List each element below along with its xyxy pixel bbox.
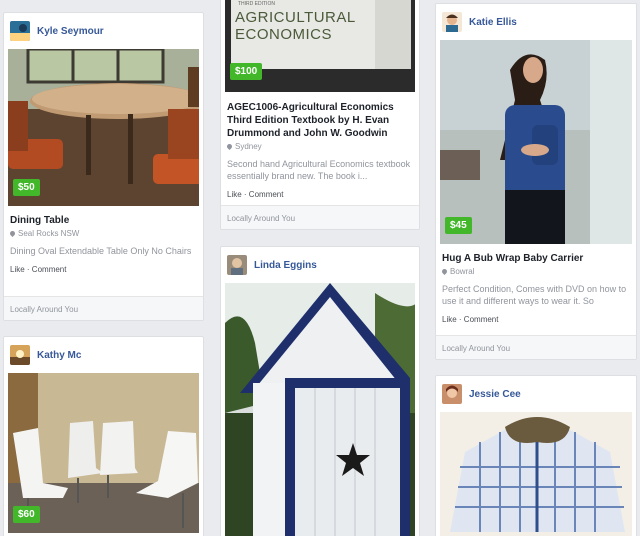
location-text: Seal Rocks NSW — [18, 229, 80, 238]
listing-card-baby-carrier[interactable]: Katie Ellis $45 Hug A Bub Wrap Baby Carr… — [435, 3, 637, 360]
price-badge: $50 — [13, 179, 40, 196]
card-footer: Locally Around You — [4, 296, 203, 320]
listing-title[interactable]: AGEC1006-Agricultural Economics Third Ed… — [227, 101, 413, 140]
listing-photo[interactable] — [225, 283, 415, 536]
listing-title[interactable]: Dining Table — [10, 214, 197, 227]
action-separator: · — [456, 315, 464, 324]
seller-avatar[interactable] — [10, 21, 30, 41]
seller-avatar[interactable] — [227, 255, 247, 275]
seller-header: Jessie Cee — [436, 376, 636, 412]
price-badge: $60 — [13, 506, 40, 523]
comment-link[interactable]: Comment — [464, 315, 499, 324]
like-link[interactable]: Like — [10, 265, 25, 274]
card-footer: Locally Around You — [221, 205, 419, 229]
listing-photo[interactable] — [440, 412, 632, 536]
price-badge: $45 — [445, 217, 472, 234]
listing-description: Dining Oval Extendable Table Only No Cha… — [10, 246, 192, 256]
listing-photo[interactable]: $60 — [8, 373, 199, 533]
location-text: Sydney — [235, 142, 262, 151]
action-separator: · — [24, 265, 32, 274]
seller-avatar[interactable] — [10, 345, 30, 365]
book-title-line1: AGRICULTURAL — [235, 9, 356, 26]
listing-details: AGEC1006-Agricultural Economics Third Ed… — [221, 92, 419, 199]
listing-title[interactable]: Hug A Bub Wrap Baby Carrier — [442, 252, 630, 265]
baby-carrier-image — [440, 40, 632, 244]
listing-details: Hug A Bub Wrap Baby Carrier Bowral Perfe… — [436, 244, 636, 324]
comment-link[interactable]: Comment — [32, 265, 67, 274]
price-badge: $100 — [230, 63, 263, 80]
listing-card-textbook[interactable]: THIRD EDITION AGRICULTURAL ECONOMICS $10… — [220, 0, 420, 230]
location-pin-icon — [440, 267, 449, 276]
seller-header: Kathy Mc — [4, 337, 203, 373]
like-link[interactable]: Like — [227, 190, 242, 199]
seller-header: Linda Eggins — [221, 247, 419, 283]
listing-card-cubby-house[interactable]: Linda Eggins — [220, 246, 420, 536]
listing-description: Second hand Agricultural Economics textb… — [227, 159, 411, 181]
location-text: Bowral — [450, 267, 475, 276]
seller-header: Kyle Seymour — [4, 13, 203, 49]
listing-actions: Like · Comment — [10, 265, 197, 274]
book-edition: THIRD EDITION — [238, 1, 275, 7]
cubby-house-image — [225, 283, 415, 536]
seller-avatar[interactable] — [442, 384, 462, 404]
location-pin-icon — [8, 229, 17, 238]
seller-name[interactable]: Katie Ellis — [469, 17, 517, 28]
seller-header: Katie Ellis — [436, 4, 636, 40]
listing-actions: Like · Comment — [442, 315, 630, 324]
seller-name[interactable]: Jessie Cee — [469, 389, 521, 400]
listing-card-white-chairs[interactable]: Kathy Mc $60 — [3, 336, 204, 536]
like-link[interactable]: Like — [442, 315, 457, 324]
listing-location: Sydney — [225, 142, 413, 151]
seller-name[interactable]: Kathy Mc — [37, 350, 81, 361]
listing-card-dining-table[interactable]: Kyle Seymour $50 Dining Table Seal Rocks — [3, 12, 204, 321]
listing-actions: Like · Comment — [227, 190, 413, 199]
seller-name[interactable]: Linda Eggins — [254, 260, 317, 271]
action-separator: · — [241, 190, 249, 199]
listing-photo[interactable]: $50 — [8, 49, 199, 206]
book-title-line2: ECONOMICS — [235, 26, 333, 43]
listing-location: Bowral — [440, 267, 630, 276]
jacket-image — [440, 412, 632, 536]
listing-details: Dining Table Seal Rocks NSW Dining Oval … — [4, 206, 203, 274]
listing-description: Perfect Condition, Comes with DVD on how… — [442, 284, 627, 306]
card-footer: Locally Around You — [436, 335, 636, 359]
seller-avatar[interactable] — [442, 12, 462, 32]
listing-photo[interactable]: THIRD EDITION AGRICULTURAL ECONOMICS $10… — [225, 0, 415, 92]
seller-name[interactable]: Kyle Seymour — [37, 26, 104, 37]
listing-photo[interactable]: $45 — [440, 40, 632, 244]
listing-card-jacket[interactable]: Jessie Cee — [435, 375, 637, 536]
location-pin-icon — [225, 142, 234, 151]
listing-location: Seal Rocks NSW — [8, 229, 197, 238]
comment-link[interactable]: Comment — [249, 190, 284, 199]
